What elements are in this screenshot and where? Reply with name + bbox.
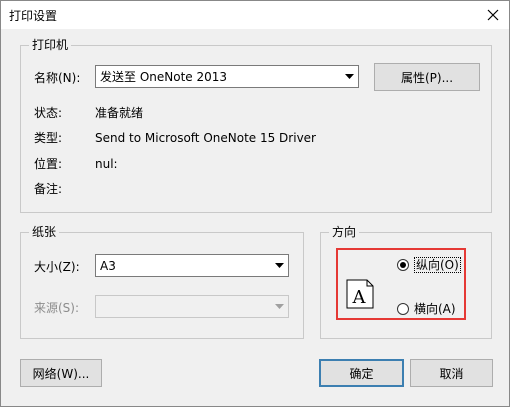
paper-size-label: 大小(Z): [34,260,80,274]
paper-group: 纸张 [20,224,304,339]
status-label: 状态: [34,106,63,120]
paper-source-select [95,295,289,318]
page-orientation-letter: A [352,287,367,308]
type-label: 类型: [34,131,63,145]
paper-group-title: 纸张 [29,224,60,240]
printer-name-select[interactable]: 发送至 OneNote 2013 [95,65,359,88]
paper-size-select[interactable]: A3 [95,254,289,277]
page-orientation-icon: A [346,279,374,309]
window-title: 打印设置 [9,9,58,23]
paper-size-value: A3 [100,259,116,273]
printer-name-value: 发送至 OneNote 2013 [100,70,228,84]
cancel-button[interactable]: 取消 [410,359,493,387]
landscape-label: 横向(A) [414,302,456,316]
close-button[interactable] [478,1,508,29]
radio-checked-icon [397,259,409,271]
ok-button[interactable]: 确定 [319,359,404,387]
radio-unchecked-icon [397,302,409,315]
orientation-group-title: 方向 [329,224,360,240]
comment-label: 备注: [34,182,63,196]
printer-group-title: 打印机 [29,37,72,53]
close-icon [487,9,499,21]
portrait-label: 纵向(O) [414,257,461,273]
where-label: 位置: [34,157,63,171]
network-button[interactable]: 网络(W)... [20,359,102,387]
printer-name-label: 名称(N): [34,71,81,85]
status-value: 准备就绪 [95,106,144,120]
print-setup-dialog: 打印设置 打印机 名称(N): 发送至 OneNote 2013 属性(P)..… [0,0,510,407]
landscape-radio[interactable]: 横向(A) [397,300,456,317]
properties-button[interactable]: 属性(P)... [374,63,480,91]
chevron-down-icon [271,255,288,276]
chevron-down-icon [341,66,358,87]
title-bar: 打印设置 [1,1,509,29]
portrait-radio[interactable]: 纵向(O) [397,257,461,273]
where-value: nul: [95,157,118,171]
paper-source-label: 来源(S): [34,301,80,315]
type-value: Send to Microsoft OneNote 15 Driver [95,131,316,145]
chevron-down-icon [271,296,288,317]
